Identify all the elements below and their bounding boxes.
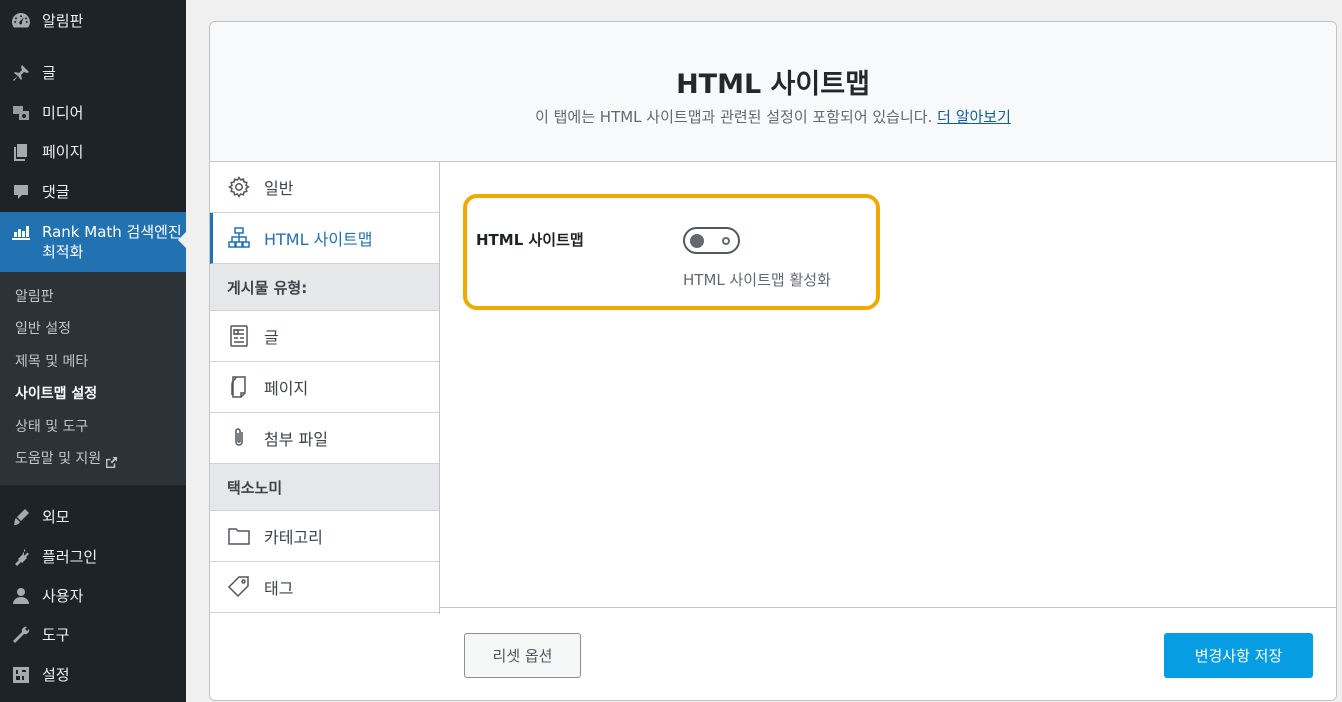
- settings-panel: HTML 사이트맵 이 탭에는 HTML 사이트맵과 관련된 설정이 포함되어 …: [209, 21, 1337, 701]
- menu-label: 설정: [42, 666, 70, 684]
- menu-item-settings[interactable]: 설정: [0, 664, 186, 686]
- menu-item-users[interactable]: 사용자: [0, 585, 186, 607]
- page-title: HTML 사이트맵: [676, 69, 870, 100]
- dashboard-icon: [10, 10, 32, 32]
- submenu-item-titles-meta[interactable]: 제목 및 메타: [15, 352, 88, 372]
- pages-icon: [10, 141, 32, 163]
- menu-item-media[interactable]: 미디어: [0, 102, 186, 124]
- tag-icon: [226, 574, 252, 600]
- tab-label: 카테고리: [264, 528, 323, 547]
- external-link-icon: [106, 454, 118, 468]
- post-icon: [226, 323, 252, 349]
- tab-label: HTML 사이트맵: [264, 230, 373, 249]
- submenu-item-dashboard[interactable]: 알림판: [15, 287, 54, 307]
- tab-pages[interactable]: 페이지: [210, 362, 439, 413]
- tab-label: 첨부 파일: [264, 430, 328, 449]
- menu-item-dashboard[interactable]: 알림판: [0, 10, 186, 32]
- highlight-outline: [463, 194, 880, 310]
- tab-label: 태그: [264, 579, 294, 598]
- menu-item-appearance[interactable]: 외모: [0, 506, 186, 528]
- html-sitemap-toggle[interactable]: [683, 227, 740, 254]
- submenu-item-general-settings[interactable]: 일반 설정: [15, 319, 71, 339]
- paperclip-icon: [226, 425, 252, 451]
- menu-label: Rank Math 검색엔진 최적화: [42, 223, 182, 261]
- menu-item-comments[interactable]: 댓글: [0, 181, 186, 203]
- settings-tabs: 일반 HTML 사이트맵 게시물 유형: 글 페이지 첨부 파일 택소노미 카테…: [210, 162, 440, 614]
- menu-label: 페이지: [42, 143, 84, 161]
- rank-math-submenu: 알림판 일반 설정 제목 및 메타 사이트맵 설정 상태 및 도구 도움말 및 …: [0, 272, 186, 485]
- tab-attachments[interactable]: 첨부 파일: [210, 413, 439, 464]
- page-description: 이 탭에는 HTML 사이트맵과 관련된 설정이 포함되어 있습니다. 더 알아…: [210, 106, 1336, 127]
- menu-item-rank-math[interactable]: Rank Math 검색엔진 최적화: [0, 212, 186, 272]
- submenu-item-sitemap-settings[interactable]: 사이트맵 설정: [15, 384, 97, 404]
- menu-item-tools[interactable]: 도구: [0, 624, 186, 646]
- menu-label: 미디어: [42, 104, 84, 122]
- tab-html-sitemap[interactable]: HTML 사이트맵: [210, 213, 439, 264]
- html-sitemap-field-description: HTML 사이트맵 활성화: [683, 271, 831, 289]
- menu-label: 알림판: [42, 12, 84, 30]
- menu-item-pages[interactable]: 페이지: [0, 141, 186, 163]
- tab-label: 일반: [264, 179, 294, 198]
- learn-more-link[interactable]: 더 알아보기: [937, 108, 1011, 126]
- tab-general[interactable]: 일반: [210, 162, 439, 213]
- toggle-off-indicator: [722, 237, 730, 245]
- menu-item-posts[interactable]: 글: [0, 62, 186, 84]
- panel-footer: 리셋 옵션 변경사항 저장: [440, 607, 1336, 700]
- media-icon: [10, 102, 32, 124]
- menu-item-plugins[interactable]: 플러그인: [0, 546, 186, 568]
- save-changes-button[interactable]: 변경사항 저장: [1164, 633, 1313, 678]
- settings-icon: [10, 664, 32, 686]
- folder-icon: [226, 523, 252, 549]
- pin-icon: [10, 62, 32, 84]
- menu-label: 도구: [42, 626, 70, 644]
- tab-label: 글: [264, 328, 279, 347]
- tab-content: HTML 사이트맵 HTML 사이트맵 활성화: [440, 162, 1336, 607]
- description-text: 이 탭에는 HTML 사이트맵과 관련된 설정이 포함되어 있습니다.: [535, 108, 933, 126]
- comments-icon: [10, 181, 32, 203]
- tab-posts[interactable]: 글: [210, 311, 439, 362]
- taxonomies-heading: 택소노미: [210, 464, 439, 511]
- plugins-icon: [10, 546, 32, 568]
- users-icon: [10, 585, 32, 607]
- submenu-item-status-tools[interactable]: 상태 및 도구: [15, 417, 88, 437]
- menu-label: 댓글: [42, 183, 70, 201]
- html-sitemap-field-label: HTML 사이트맵: [476, 231, 584, 249]
- reset-options-button[interactable]: 리셋 옵션: [464, 633, 581, 678]
- sitemap-icon: [226, 225, 252, 251]
- rank-math-icon: [10, 221, 32, 243]
- gear-icon: [226, 174, 252, 200]
- menu-label: 글: [42, 64, 56, 82]
- panel-header: HTML 사이트맵 이 탭에는 HTML 사이트맵과 관련된 설정이 포함되어 …: [210, 22, 1336, 162]
- admin-sidebar: 알림판 글 미디어 페이지 댓글 Rank Math 검색엔진 최적화 알림판 …: [0, 0, 186, 702]
- menu-label: 외모: [42, 508, 70, 526]
- post-types-heading: 게시물 유형:: [210, 264, 439, 311]
- tools-icon: [10, 624, 32, 646]
- menu-label: 사용자: [42, 587, 84, 605]
- tab-label: 페이지: [264, 379, 309, 398]
- submenu-label: 도움말 및 지원: [15, 451, 102, 467]
- tab-categories[interactable]: 카테고리: [210, 511, 439, 562]
- appearance-icon: [10, 506, 32, 528]
- toggle-knob: [690, 234, 704, 248]
- page-icon: [226, 374, 252, 400]
- menu-label: 플러그인: [42, 548, 98, 566]
- submenu-item-help-support[interactable]: 도움말 및 지원: [15, 449, 118, 469]
- tab-tags[interactable]: 태그: [210, 562, 439, 613]
